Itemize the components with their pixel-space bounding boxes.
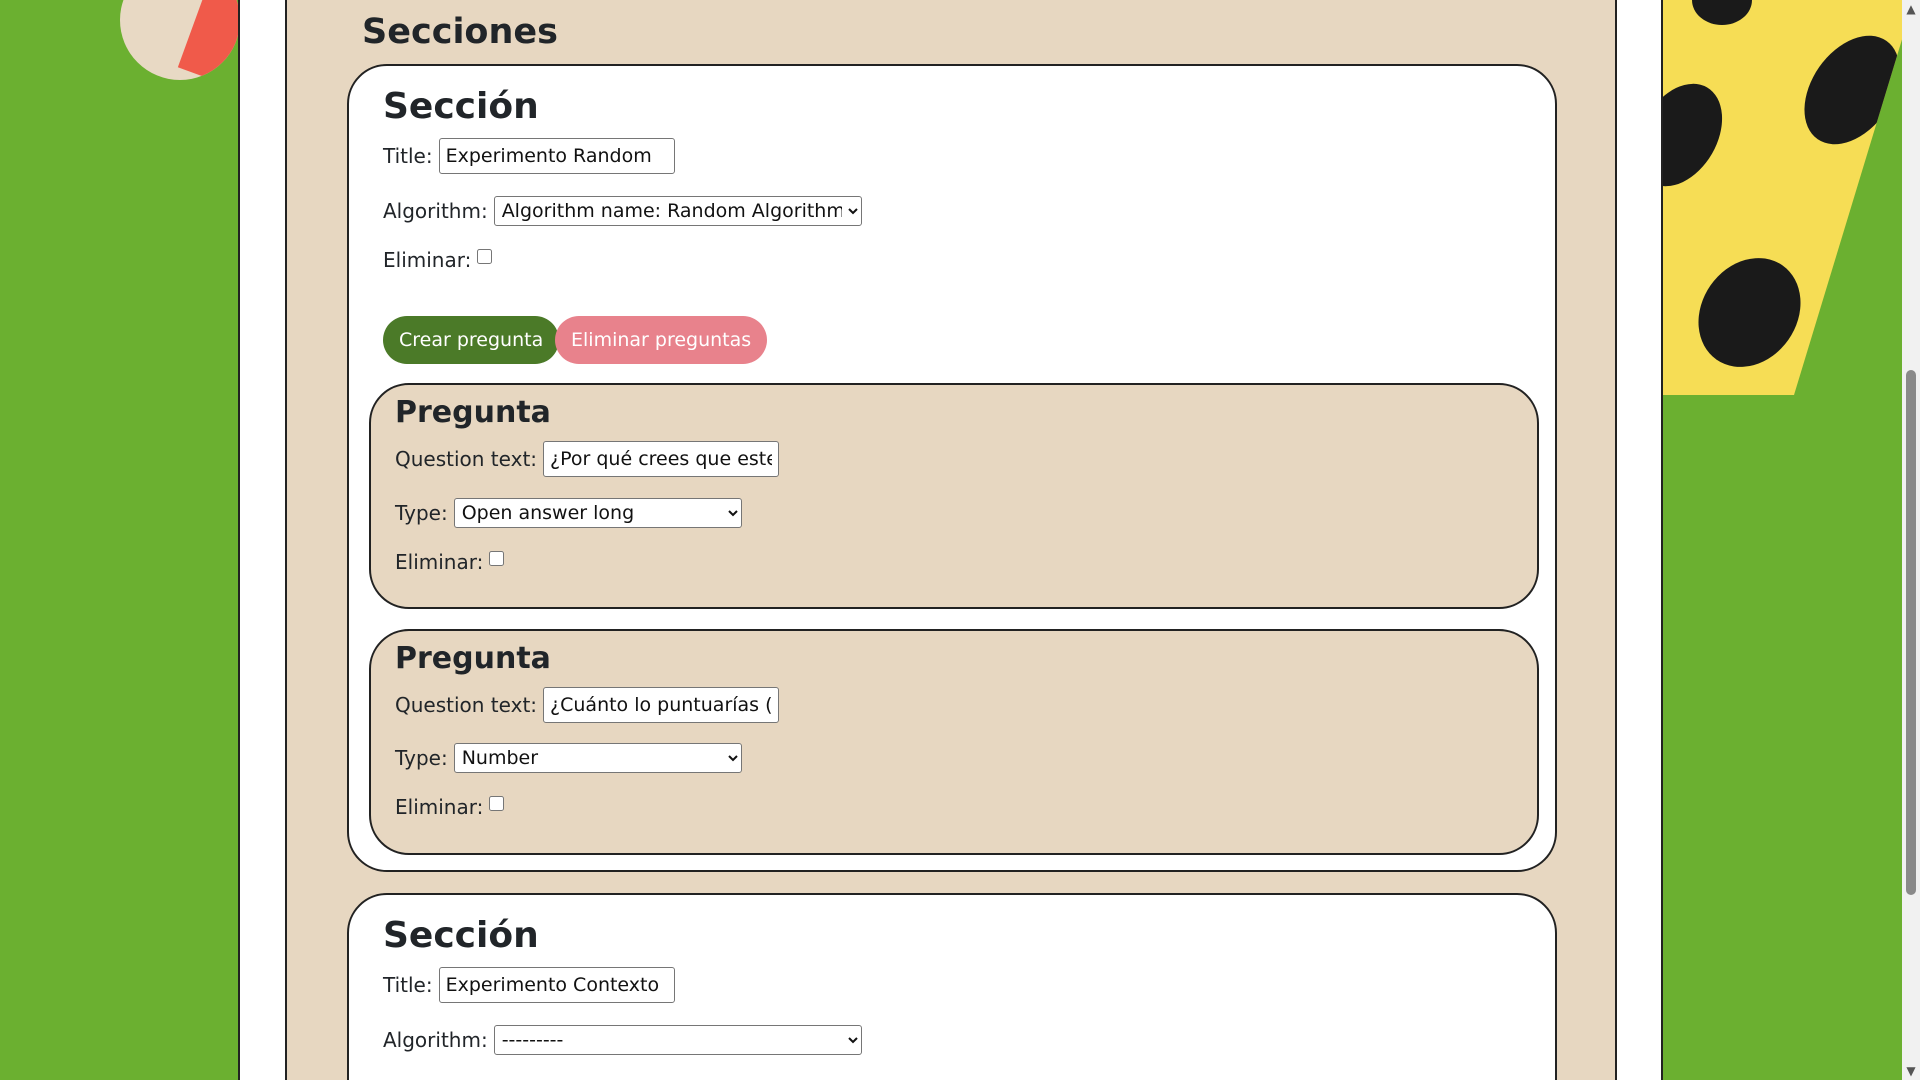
question-type-select[interactable]: Number: [453, 743, 742, 773]
scroll-down-icon[interactable]: ▼: [1902, 1062, 1920, 1080]
question-heading: Pregunta: [395, 641, 551, 676]
section-algorithm-row: Algorithm: ---------: [383, 1025, 862, 1055]
section-title-row: Title:: [383, 967, 675, 1003]
question-type-row: Type: Number: [395, 743, 742, 773]
vertical-scrollbar[interactable]: ▲ ▼: [1902, 0, 1920, 1080]
question-delete-row: Eliminar:: [395, 550, 505, 574]
question-delete-label: Eliminar:: [395, 550, 484, 574]
section-algorithm-label: Algorithm:: [383, 1028, 488, 1052]
question-delete-row: Eliminar:: [395, 795, 505, 819]
question-text-row: Question text:: [395, 687, 780, 723]
section-card: Sección Title: Algorithm: ---------: [347, 893, 1557, 1080]
question-delete-checkbox[interactable]: [489, 550, 505, 566]
section-card: Sección Title: Algorithm: Algorithm name…: [347, 64, 1557, 872]
page-title: Secciones: [362, 12, 558, 52]
section-algorithm-select[interactable]: Algorithm name: Random Algorithm: [493, 196, 862, 226]
section-delete-checkbox[interactable]: [477, 248, 493, 264]
scroll-thumb[interactable]: [1906, 370, 1916, 895]
question-delete-checkbox[interactable]: [489, 795, 505, 811]
section-heading: Sección: [383, 915, 539, 956]
section-heading: Sección: [383, 86, 539, 127]
section-title-input[interactable]: [438, 138, 675, 174]
section-delete-row: Eliminar:: [383, 248, 493, 272]
question-type-select[interactable]: Open answer long: [453, 498, 742, 528]
question-text-label: Question text:: [395, 447, 538, 471]
section-delete-label: Eliminar:: [383, 248, 472, 272]
question-text-input[interactable]: [543, 687, 780, 723]
question-text-label: Question text:: [395, 693, 538, 717]
section-title-label: Title:: [383, 144, 433, 168]
question-card: Pregunta Question text: Type: Number Eli…: [369, 629, 1539, 855]
scroll-up-icon[interactable]: ▲: [1902, 0, 1920, 18]
page-shell: Secciones Sección Title: Algorithm: Algo…: [238, 0, 1663, 1080]
section-algorithm-row: Algorithm: Algorithm name: Random Algori…: [383, 196, 862, 226]
decorative-dot: [1677, 238, 1822, 387]
section-title-label: Title:: [383, 973, 433, 997]
decorative-art-left: [120, 0, 240, 80]
section-title-input[interactable]: [438, 967, 675, 1003]
question-text-input[interactable]: [543, 441, 780, 477]
section-algorithm-label: Algorithm:: [383, 199, 488, 223]
decorative-art-right: [1662, 0, 1902, 395]
question-type-label: Type:: [395, 746, 448, 770]
content-card: Secciones Sección Title: Algorithm: Algo…: [285, 0, 1617, 1080]
question-card: Pregunta Question text: Type: Open answe…: [369, 383, 1539, 609]
question-text-row: Question text:: [395, 441, 780, 477]
delete-questions-button[interactable]: Eliminar preguntas: [555, 316, 768, 364]
section-title-row: Title:: [383, 138, 675, 174]
decorative-dot: [1784, 17, 1902, 163]
section-algorithm-select[interactable]: ---------: [493, 1025, 862, 1055]
question-delete-label: Eliminar:: [395, 795, 484, 819]
decorative-dot: [1692, 0, 1752, 25]
create-question-button[interactable]: Crear pregunta: [383, 316, 560, 364]
question-heading: Pregunta: [395, 395, 551, 430]
question-type-row: Type: Open answer long: [395, 498, 742, 528]
question-type-label: Type:: [395, 501, 448, 525]
